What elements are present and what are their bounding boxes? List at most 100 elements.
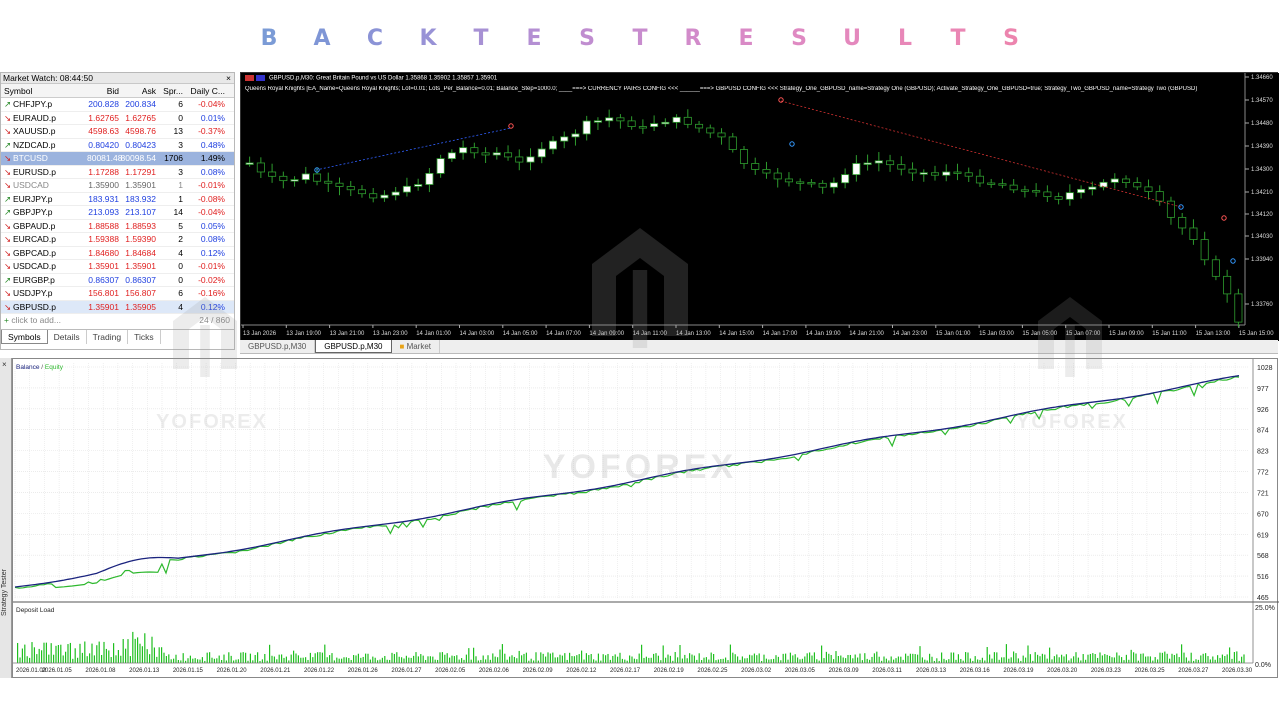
deposit-bar	[331, 653, 333, 663]
market-watch-row[interactable]: ↘ USDJPY.p 156.801 156.807 6 -0.16%	[1, 287, 234, 301]
date-label: 2026.03.16	[960, 668, 991, 674]
deposit-bar	[809, 652, 811, 663]
market-watch-row[interactable]: ↘ EURCAD.p 1.59388 1.59390 2 0.08%	[1, 233, 234, 247]
date-label: 2026.01.08	[85, 668, 116, 674]
deposit-bar	[782, 653, 784, 663]
deposit-bar	[293, 650, 295, 663]
deposit-bar	[729, 644, 731, 663]
candle-body	[459, 147, 468, 154]
deposit-bar	[732, 652, 734, 663]
deposit-bar	[741, 656, 743, 663]
candle-body	[1077, 188, 1086, 194]
candle-body	[930, 172, 940, 176]
candle-body	[1223, 275, 1232, 295]
deposit-bar	[473, 647, 475, 663]
tab-trading[interactable]: Trading	[87, 330, 129, 344]
deposit-bar	[1051, 659, 1053, 663]
deposit-bar	[389, 659, 391, 663]
deposit-bar	[684, 654, 686, 663]
add-symbol-row[interactable]: + click to add... 24 / 860	[1, 314, 234, 327]
chart-tab[interactable]: ■ Market	[392, 340, 441, 353]
close-icon[interactable]: ×	[226, 73, 231, 84]
deposit-bar	[1097, 657, 1099, 663]
candle-body	[672, 116, 681, 123]
column-bid[interactable]: Bid	[87, 84, 119, 97]
deposit-bar	[549, 653, 551, 663]
candle-body	[301, 173, 310, 181]
deposit-bar	[797, 657, 799, 663]
tab-symbols[interactable]: Symbols	[1, 330, 48, 344]
market-watch-row[interactable]: ↘ EURAUD.p 1.62765 1.62765 0 0.01%	[1, 112, 234, 125]
market-watch-row[interactable]: ↘ GBPUSD.p 1.35901 1.35905 4 0.12%	[1, 300, 234, 314]
banner-letter: B	[260, 26, 278, 51]
deposit-bar	[84, 641, 86, 663]
deposit-bar	[326, 657, 328, 663]
date-label: 2026.02.12	[566, 668, 597, 674]
change-cell: 1.49%	[200, 153, 225, 163]
column-symbol[interactable]: Symbol	[1, 84, 87, 97]
time-label: 15 Jan 13:00	[1196, 331, 1231, 337]
market-watch-row[interactable]: ↘ XAUUSD.p 4598.63 4598.76 13 -0.37%	[1, 125, 234, 139]
deposit-bar	[1128, 659, 1130, 663]
deposit-bar	[854, 654, 856, 663]
y-axis-label: 721	[1257, 490, 1269, 497]
arrow-down-icon: ↘	[4, 220, 12, 231]
deposit-bar	[737, 656, 739, 663]
tab-details[interactable]: Details	[48, 330, 87, 344]
market-watch-rows: ↗ CHFJPY.p 200.828 200.834 6 -0.04% ↘ EURAUD.p 1…	[1, 98, 234, 314]
deposit-bar	[216, 658, 218, 663]
time-label: 14 Jan 01:00	[416, 331, 451, 337]
deposit-bar	[1135, 653, 1137, 663]
candle-body	[874, 160, 883, 164]
chart-tab[interactable]: GBPUSD.p,M30	[315, 340, 392, 353]
market-watch-row[interactable]: ↗ NZDCAD.p 0.80420 0.80423 3 0.48%	[1, 139, 234, 152]
deposit-bar	[1111, 657, 1113, 663]
column-spread[interactable]: Spr...	[156, 84, 183, 97]
deposit-bar	[624, 659, 626, 663]
deposit-bar	[657, 655, 659, 663]
market-watch-row[interactable]: ↘ GBPCAD.p 1.84680 1.84684 4 0.12%	[1, 247, 234, 260]
market-watch-row[interactable]: ↘ EURUSD.p 1.17288 1.17291 3 0.08%	[1, 166, 234, 179]
candle-body	[1110, 178, 1119, 183]
column-ask[interactable]: Ask	[119, 84, 156, 97]
deposit-bar	[785, 653, 787, 663]
market-watch-row[interactable]: ↗ CHFJPY.p 200.828 200.834 6 -0.04%	[1, 98, 234, 112]
close-icon[interactable]: ×	[2, 360, 7, 369]
price-chart[interactable]: 1.34660 1.34570 1.34480 1.34390 1.34300 1.342…	[240, 72, 1279, 341]
deposit-bar	[780, 660, 782, 663]
deposit-bar	[746, 658, 748, 663]
deposit-bar	[372, 656, 374, 663]
screenshot: B A C K T E S T R E S U L T S Market Watch: 08:44:50 ×…	[0, 0, 1280, 720]
market-watch-row[interactable]: ↗ EURJPY.p 183.931 183.932 1 -0.08%	[1, 193, 234, 206]
deposit-bar	[525, 652, 527, 663]
deposit-bar	[662, 645, 664, 663]
deposit-bar	[1195, 659, 1197, 663]
y-axis-label: 465	[1257, 595, 1269, 602]
deposit-bar	[345, 657, 347, 663]
deposit-bar	[921, 657, 923, 663]
change-cell: 0.12%	[200, 247, 225, 258]
market-watch-row[interactable]: ↘ USDCAD.p 1.35901 1.35901 0 -0.01%	[1, 260, 234, 274]
market-watch-row[interactable]: ↗ EURGBP.p 0.86307 0.86307 0 -0.02%	[1, 274, 234, 287]
column-daily-change[interactable]: Daily C...	[183, 84, 227, 97]
candle-body	[1065, 192, 1074, 200]
market-watch-row[interactable]: ↘ USDCAD 1.35900 1.35901 1 -0.01%	[1, 179, 234, 193]
deposit-bar	[1202, 653, 1204, 663]
deposit-bar	[36, 654, 38, 663]
deposit-bar	[864, 653, 866, 663]
bid-cell: 80081.48	[87, 153, 123, 163]
candle-body	[1211, 259, 1220, 277]
symbol-cell: ↘ EURCAD.p	[1, 233, 87, 246]
deposit-bar	[1089, 653, 1091, 663]
deposit-bar	[965, 652, 967, 663]
chart-tab[interactable]: GBPUSD.p,M30	[240, 340, 316, 353]
deposit-bar	[398, 656, 400, 663]
market-watch-row[interactable]: ↗ GBPJPY.p 213.093 213.107 14 -0.04%	[1, 206, 234, 220]
deposit-bar	[285, 656, 287, 663]
deposit-bar	[501, 644, 503, 663]
market-watch-row[interactable]: ↘ GBPAUD.p 1.88588 1.88593 5 0.05%	[1, 220, 234, 233]
candle-body	[504, 152, 513, 158]
tab-ticks[interactable]: Ticks	[128, 330, 161, 344]
deposit-bar	[312, 657, 314, 663]
market-watch-row[interactable]: ↘ BTCUSD 80081.48 80098.54 1706 1.49%	[1, 152, 234, 166]
